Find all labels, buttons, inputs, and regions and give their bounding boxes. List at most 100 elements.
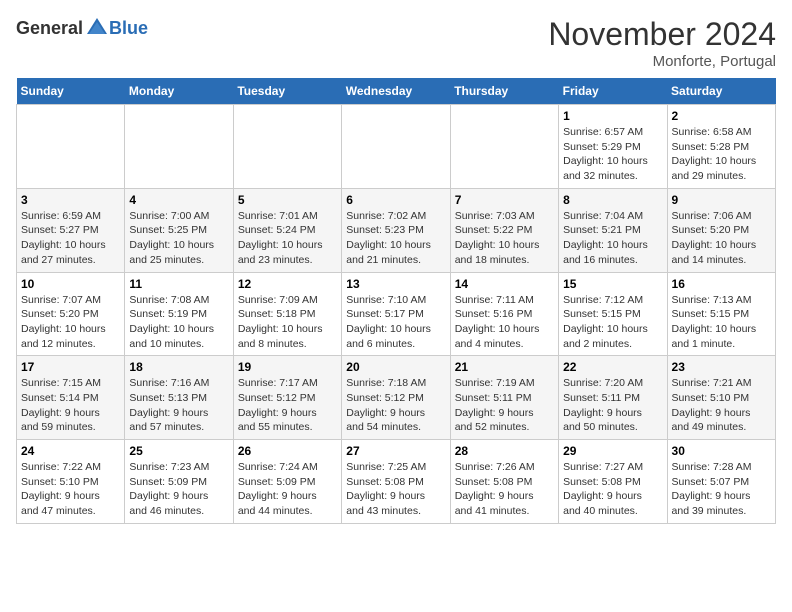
calendar-cell: 7 Sunrise: 7:03 AM Sunset: 5:22 PM Daylig… (450, 188, 558, 272)
day-number: 7 (455, 193, 554, 207)
calendar-cell: 1 Sunrise: 6:57 AM Sunset: 5:29 PM Daylig… (559, 105, 667, 189)
day-info: Sunrise: 7:15 AM Sunset: 5:14 PM Dayligh… (21, 376, 120, 435)
week-row-3: 10Sunrise: 7:07 AM Sunset: 5:20 PM Dayli… (17, 272, 776, 356)
logo-general: General (16, 18, 83, 39)
day-number: 5 (238, 193, 337, 207)
day-number: 17 (21, 360, 120, 374)
location: Monforte, Portugal (548, 53, 776, 70)
calendar-cell: 25 Sunrise: 7:23 AM Sunset: 5:09 PM Dayli… (125, 440, 233, 524)
day-info: Sunrise: 7:11 AM Sunset: 5:16 PM Dayligh… (455, 293, 554, 352)
day-info: Sunrise: 7:22 AM Sunset: 5:10 PM Dayligh… (21, 460, 120, 519)
day-info: Sunrise: 6:58 AM Sunset: 5:28 PM Dayligh… (672, 125, 771, 184)
day-number: 20 (346, 360, 445, 374)
day-number: 18 (129, 360, 228, 374)
day-info: Sunrise: 6:57 AM Sunset: 5:29 PM Dayligh… (563, 125, 662, 184)
day-info: Sunrise: 7:12 AM Sunset: 5:15 PM Dayligh… (563, 293, 662, 352)
day-info: Sunrise: 7:18 AM Sunset: 5:12 PM Dayligh… (346, 376, 445, 435)
day-info: Sunrise: 7:09 AM Sunset: 5:18 PM Dayligh… (238, 293, 337, 352)
day-info: Sunrise: 7:06 AM Sunset: 5:20 PM Dayligh… (672, 209, 771, 268)
calendar-cell: 10Sunrise: 7:07 AM Sunset: 5:20 PM Dayli… (17, 272, 125, 356)
weekday-header-saturday: Saturday (667, 78, 775, 105)
day-info: Sunrise: 7:23 AM Sunset: 5:09 PM Dayligh… (129, 460, 228, 519)
calendar-cell (342, 105, 450, 189)
day-info: Sunrise: 6:59 AM Sunset: 5:27 PM Dayligh… (21, 209, 120, 268)
calendar-cell (125, 105, 233, 189)
day-info: Sunrise: 7:27 AM Sunset: 5:08 PM Dayligh… (563, 460, 662, 519)
calendar-cell: 18 Sunrise: 7:16 AM Sunset: 5:13 PM Dayli… (125, 356, 233, 440)
day-number: 15 (563, 277, 662, 291)
calendar-cell: 11 Sunrise: 7:08 AM Sunset: 5:19 PM Dayli… (125, 272, 233, 356)
day-number: 14 (455, 277, 554, 291)
calendar-cell: 24 Sunrise: 7:22 AM Sunset: 5:10 PM Dayli… (17, 440, 125, 524)
calendar-cell: 16Sunrise: 7:13 AM Sunset: 5:15 PM Dayli… (667, 272, 775, 356)
calendar-cell (233, 105, 341, 189)
day-info: Sunrise: 7:04 AM Sunset: 5:21 PM Dayligh… (563, 209, 662, 268)
weekday-header-wednesday: Wednesday (342, 78, 450, 105)
day-number: 28 (455, 444, 554, 458)
calendar-cell: 14 Sunrise: 7:11 AM Sunset: 5:16 PM Dayli… (450, 272, 558, 356)
day-info: Sunrise: 7:08 AM Sunset: 5:19 PM Dayligh… (129, 293, 228, 352)
day-info: Sunrise: 7:00 AM Sunset: 5:25 PM Dayligh… (129, 209, 228, 268)
calendar-cell: 20 Sunrise: 7:18 AM Sunset: 5:12 PM Dayli… (342, 356, 450, 440)
week-row-5: 24 Sunrise: 7:22 AM Sunset: 5:10 PM Dayli… (17, 440, 776, 524)
weekday-header-sunday: Sunday (17, 78, 125, 105)
day-info: Sunrise: 7:19 AM Sunset: 5:11 PM Dayligh… (455, 376, 554, 435)
day-info: Sunrise: 7:16 AM Sunset: 5:13 PM Dayligh… (129, 376, 228, 435)
month-title: November 2024 (548, 16, 776, 53)
calendar-cell: 6Sunrise: 7:02 AM Sunset: 5:23 PM Daylig… (342, 188, 450, 272)
logo: General Blue (16, 16, 148, 40)
weekday-header-tuesday: Tuesday (233, 78, 341, 105)
day-number: 3 (21, 193, 120, 207)
day-number: 30 (672, 444, 771, 458)
day-number: 12 (238, 277, 337, 291)
day-number: 4 (129, 193, 228, 207)
day-number: 22 (563, 360, 662, 374)
calendar-table: SundayMondayTuesdayWednesdayThursdayFrid… (16, 78, 776, 524)
weekday-header-row: SundayMondayTuesdayWednesdayThursdayFrid… (17, 78, 776, 105)
day-info: Sunrise: 7:28 AM Sunset: 5:07 PM Dayligh… (672, 460, 771, 519)
calendar-cell: 27Sunrise: 7:25 AM Sunset: 5:08 PM Dayli… (342, 440, 450, 524)
day-info: Sunrise: 7:26 AM Sunset: 5:08 PM Dayligh… (455, 460, 554, 519)
day-info: Sunrise: 7:17 AM Sunset: 5:12 PM Dayligh… (238, 376, 337, 435)
calendar-cell: 2 Sunrise: 6:58 AM Sunset: 5:28 PM Daylig… (667, 105, 775, 189)
weekday-header-monday: Monday (125, 78, 233, 105)
day-number: 25 (129, 444, 228, 458)
calendar-cell: 21 Sunrise: 7:19 AM Sunset: 5:11 PM Dayli… (450, 356, 558, 440)
day-number: 29 (563, 444, 662, 458)
calendar-cell: 28 Sunrise: 7:26 AM Sunset: 5:08 PM Dayli… (450, 440, 558, 524)
day-info: Sunrise: 7:01 AM Sunset: 5:24 PM Dayligh… (238, 209, 337, 268)
day-number: 10 (21, 277, 120, 291)
day-number: 27 (346, 444, 445, 458)
day-number: 24 (21, 444, 120, 458)
day-number: 21 (455, 360, 554, 374)
day-number: 9 (672, 193, 771, 207)
day-number: 2 (672, 109, 771, 123)
week-row-1: 1 Sunrise: 6:57 AM Sunset: 5:29 PM Daylig… (17, 105, 776, 189)
page-header: General Blue November 2024 Monforte, Por… (16, 16, 776, 70)
day-number: 19 (238, 360, 337, 374)
day-number: 16 (672, 277, 771, 291)
calendar-cell: 13Sunrise: 7:10 AM Sunset: 5:17 PM Dayli… (342, 272, 450, 356)
day-number: 1 (563, 109, 662, 123)
calendar-cell: 22 Sunrise: 7:20 AM Sunset: 5:11 PM Dayli… (559, 356, 667, 440)
day-number: 26 (238, 444, 337, 458)
day-info: Sunrise: 7:03 AM Sunset: 5:22 PM Dayligh… (455, 209, 554, 268)
calendar-cell (450, 105, 558, 189)
calendar-cell: 30 Sunrise: 7:28 AM Sunset: 5:07 PM Dayli… (667, 440, 775, 524)
calendar-cell: 4 Sunrise: 7:00 AM Sunset: 5:25 PM Daylig… (125, 188, 233, 272)
day-info: Sunrise: 7:24 AM Sunset: 5:09 PM Dayligh… (238, 460, 337, 519)
day-number: 6 (346, 193, 445, 207)
calendar-cell: 26 Sunrise: 7:24 AM Sunset: 5:09 PM Dayli… (233, 440, 341, 524)
day-info: Sunrise: 7:10 AM Sunset: 5:17 PM Dayligh… (346, 293, 445, 352)
calendar-cell: 19 Sunrise: 7:17 AM Sunset: 5:12 PM Dayli… (233, 356, 341, 440)
day-info: Sunrise: 7:20 AM Sunset: 5:11 PM Dayligh… (563, 376, 662, 435)
logo-blue: Blue (109, 18, 148, 39)
week-row-2: 3 Sunrise: 6:59 AM Sunset: 5:27 PM Daylig… (17, 188, 776, 272)
calendar-cell: 15 Sunrise: 7:12 AM Sunset: 5:15 PM Dayli… (559, 272, 667, 356)
day-number: 8 (563, 193, 662, 207)
day-number: 11 (129, 277, 228, 291)
calendar-cell: 9 Sunrise: 7:06 AM Sunset: 5:20 PM Daylig… (667, 188, 775, 272)
calendar-cell: 3 Sunrise: 6:59 AM Sunset: 5:27 PM Daylig… (17, 188, 125, 272)
calendar-cell: 23Sunrise: 7:21 AM Sunset: 5:10 PM Dayli… (667, 356, 775, 440)
calendar-cell: 17 Sunrise: 7:15 AM Sunset: 5:14 PM Dayli… (17, 356, 125, 440)
